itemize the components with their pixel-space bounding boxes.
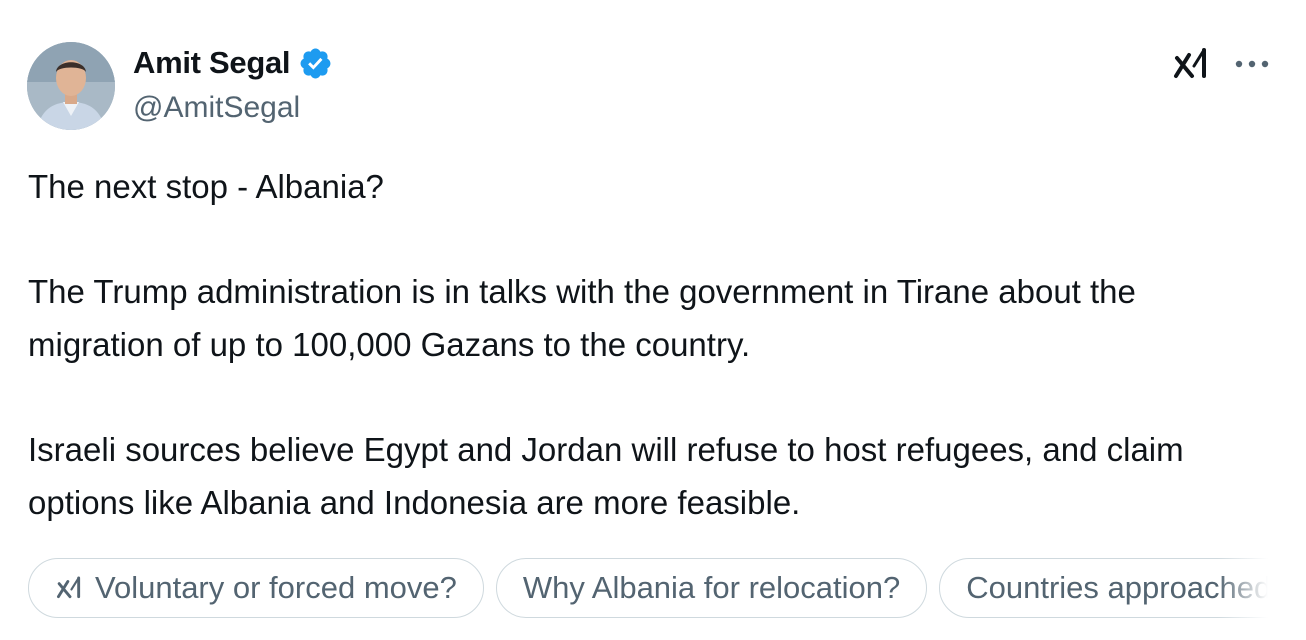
grok-button[interactable]	[1172, 46, 1212, 82]
tweet-paragraph: Israeli sources believe Egypt and Jordan…	[28, 431, 1184, 521]
avatar-image	[27, 42, 115, 130]
grok-icon	[57, 576, 81, 599]
grok-icon	[1174, 48, 1206, 78]
avatar[interactable]	[27, 42, 115, 130]
suggestion-label: Why Albania for relocation?	[522, 570, 901, 605]
tweet-paragraph: The Trump administration is in talks wit…	[28, 273, 1136, 363]
suggestion-label: Voluntary or forced move?	[95, 570, 457, 605]
suggestion-chip[interactable]: Why Albania for relocation?	[495, 558, 928, 618]
verified-badge-icon	[300, 48, 331, 78]
suggestion-chip[interactable]: Countries approached	[939, 558, 1268, 618]
grok-suggestions: Voluntary or forced move? Why Albania fo…	[28, 558, 1268, 622]
more-options-button[interactable]	[1232, 50, 1272, 78]
suggestion-chip[interactable]: Voluntary or forced move?	[28, 558, 484, 618]
more-icon	[1235, 60, 1269, 68]
author-handle[interactable]: @AmitSegal	[133, 89, 300, 127]
suggestion-label: Countries approached	[966, 570, 1268, 605]
tweet-paragraph: The next stop - Albania?	[28, 168, 384, 205]
tweet-text: The next stop - Albania? The Trump admin…	[28, 160, 1278, 529]
author-name[interactable]: Amit Segal	[133, 44, 291, 82]
